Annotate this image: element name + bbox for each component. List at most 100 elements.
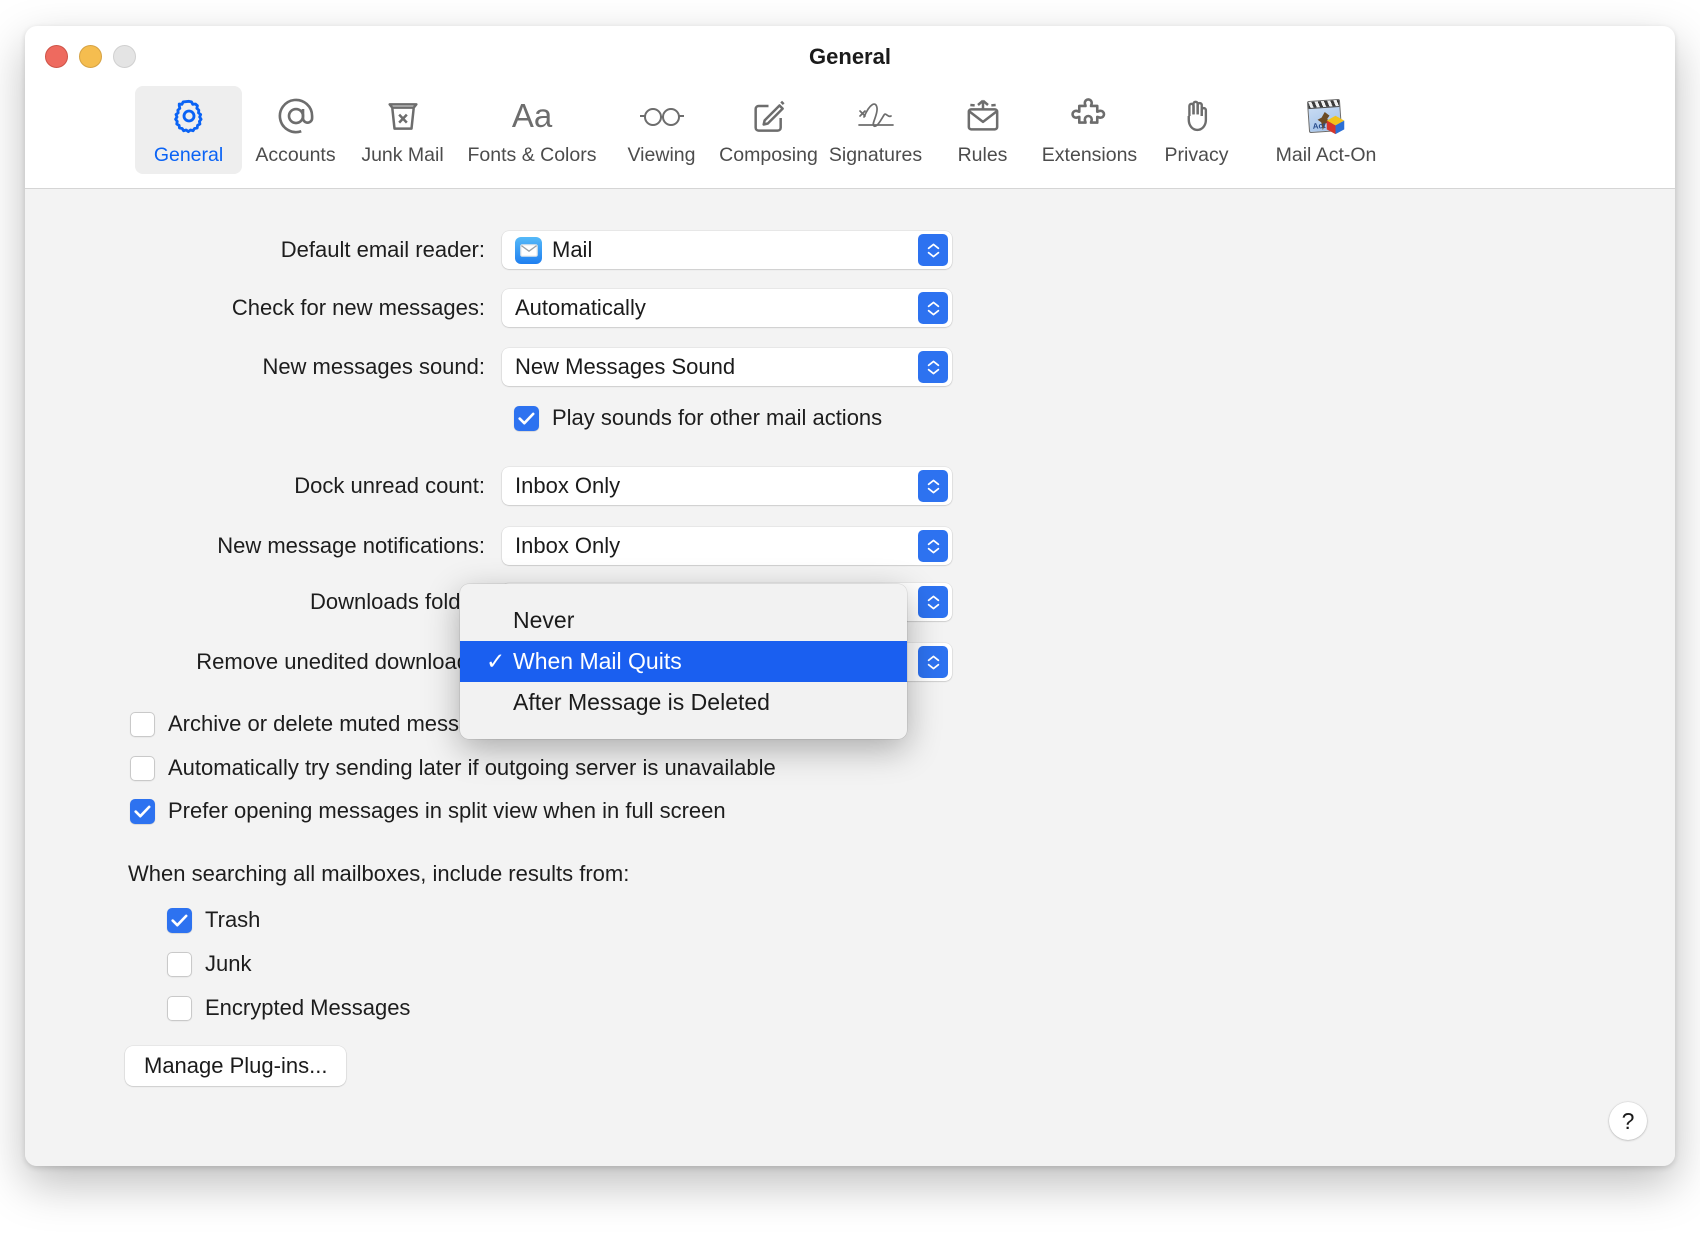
chevron-up-down-icon[interactable] [918,646,948,678]
dock-unread-label-wrap: Dock unread count: [25,473,485,499]
tab-rules[interactable]: Rules [929,86,1036,174]
search-trash-label: Trash [205,907,261,932]
mail-app-icon [515,236,542,264]
remove-unedited-label-wrap: Remove unedited downloads [25,649,480,675]
auto-send-later-checkbox-row[interactable]: Automatically try sending later if outgo… [130,755,776,781]
checkmark-icon: ✓ [486,648,506,674]
window-title: General [809,44,891,69]
default-email-reader-popup[interactable]: Mail [502,231,952,269]
rules-envelope-icon [931,95,1034,137]
remove-unedited-downloads-menu[interactable]: Never ✓ When Mail Quits After Message is… [460,584,907,739]
check-messages-label-wrap: Check for new messages: [25,295,485,321]
tab-composing[interactable]: Composing [715,86,822,174]
search-section-heading: When searching all mailboxes, include re… [128,861,630,886]
search-junk-label: Junk [205,951,252,976]
menu-item-after-message-deleted[interactable]: After Message is Deleted [460,682,907,723]
search-encrypted-checkbox-row[interactable]: Encrypted Messages [167,995,410,1021]
help-button[interactable]: ? [1609,1102,1647,1140]
tab-label: Junk Mail [361,144,444,166]
tab-privacy[interactable]: Privacy [1143,86,1250,174]
new-messages-sound-label: New messages sound: [262,354,485,379]
chevron-up-down-icon[interactable] [918,234,948,266]
archive-muted-checkbox[interactable] [130,711,155,737]
check-for-new-messages-value: Automatically [515,295,646,320]
chevron-up-down-icon[interactable] [918,470,948,502]
remove-unedited-downloads-label: Remove unedited downloads [196,649,480,674]
search-encrypted-checkbox[interactable] [167,995,192,1021]
tab-label: Mail Act-On [1275,144,1377,166]
notifications-label-wrap: New message notifications: [25,533,485,559]
junk-bin-icon [351,95,454,137]
new-messages-sound-value: New Messages Sound [515,354,736,379]
tab-label: Fonts & Colors [467,144,597,166]
menu-item-label: When Mail Quits [513,648,682,674]
window-titlebar: General General Accounts Junk Mail Aa Fo… [25,26,1675,189]
tab-accounts[interactable]: Accounts [242,86,349,174]
tab-label: Composing [719,144,818,166]
archive-muted-label: Archive or delete muted messages [168,711,507,736]
menu-item-label: Never [513,607,575,633]
manage-plugins-button[interactable]: Manage Plug-ins... [125,1046,347,1086]
tab-label: Signatures [828,144,923,166]
tab-general[interactable]: General [135,86,242,174]
split-view-label: Prefer opening messages in split view wh… [168,798,726,823]
compose-pencil-icon [717,95,820,137]
tab-extensions[interactable]: Extensions [1036,86,1143,174]
mail-act-on-app-icon: Act [1252,95,1400,137]
new-message-notifications-popup[interactable]: Inbox Only [502,527,952,565]
search-trash-checkbox[interactable] [167,907,192,933]
dock-unread-count-value: Inbox Only [515,473,621,498]
chevron-up-down-icon[interactable] [918,530,948,562]
search-trash-checkbox-row[interactable]: Trash [167,907,260,933]
tab-viewing[interactable]: Viewing [608,86,715,174]
new-messages-sound-label-wrap: New messages sound: [25,354,485,380]
play-sounds-label: Play sounds for other mail actions [552,405,883,430]
tab-label: Viewing [627,144,696,166]
auto-send-later-label: Automatically try sending later if outgo… [168,755,776,780]
gear-icon [137,95,240,137]
play-sounds-checkbox[interactable] [514,405,539,431]
play-sounds-checkbox-row[interactable]: Play sounds for other mail actions [514,405,882,431]
signature-icon [824,95,927,137]
new-messages-sound-popup[interactable]: New Messages Sound [502,348,952,386]
new-message-notifications-value: Inbox Only [515,533,621,558]
search-junk-checkbox-row[interactable]: Junk [167,951,251,977]
menu-item-label: After Message is Deleted [513,689,770,715]
tab-mail-act-on[interactable]: Act Mail Act-On [1250,86,1402,174]
aa-text-icon: Aa [458,95,606,137]
check-for-new-messages-popup[interactable]: Automatically [502,289,952,327]
hand-icon [1145,95,1248,137]
archive-muted-checkbox-row[interactable]: Archive or delete muted messages [130,711,507,737]
split-view-checkbox-row[interactable]: Prefer opening messages in split view wh… [130,798,726,824]
tab-fonts-and-colors[interactable]: Aa Fonts & Colors [456,86,608,174]
dock-unread-count-label: Dock unread count: [294,473,485,498]
downloads-folder-label: Downloads folder [310,589,480,614]
desktop-background: General General Accounts Junk Mail Aa Fo… [0,0,1700,1238]
tab-signatures[interactable]: Signatures [822,86,929,174]
search-encrypted-label: Encrypted Messages [205,995,411,1020]
menu-item-when-mail-quits[interactable]: ✓ When Mail Quits [460,641,907,682]
chevron-up-down-icon[interactable] [918,292,948,324]
new-message-notifications-label: New message notifications: [217,533,485,558]
search-junk-checkbox[interactable] [167,951,192,977]
default-email-reader-value: Mail [552,237,593,262]
tab-label: Extensions [1041,144,1138,166]
tab-junk-mail[interactable]: Junk Mail [349,86,456,174]
default-email-reader-label: Default email reader: [280,237,485,262]
mail-preferences-window: General General Accounts Junk Mail Aa Fo… [25,26,1675,1166]
svg-text:Aa: Aa [512,97,553,134]
glasses-icon [610,95,713,137]
chevron-up-down-icon[interactable] [918,586,948,618]
at-sign-icon [244,95,347,137]
split-view-checkbox[interactable] [130,798,155,824]
menu-item-never[interactable]: Never [460,600,907,641]
default-email-reader-label-wrap: Default email reader: [25,237,485,263]
dock-unread-count-popup[interactable]: Inbox Only [502,467,952,505]
puzzle-piece-icon [1038,95,1141,137]
auto-send-later-checkbox[interactable] [130,755,155,781]
tab-label: Rules [957,144,1008,166]
tab-label: Accounts [255,144,336,166]
chevron-up-down-icon[interactable] [918,351,948,383]
check-for-new-messages-label: Check for new messages: [231,295,485,320]
tab-label: Privacy [1164,144,1229,166]
